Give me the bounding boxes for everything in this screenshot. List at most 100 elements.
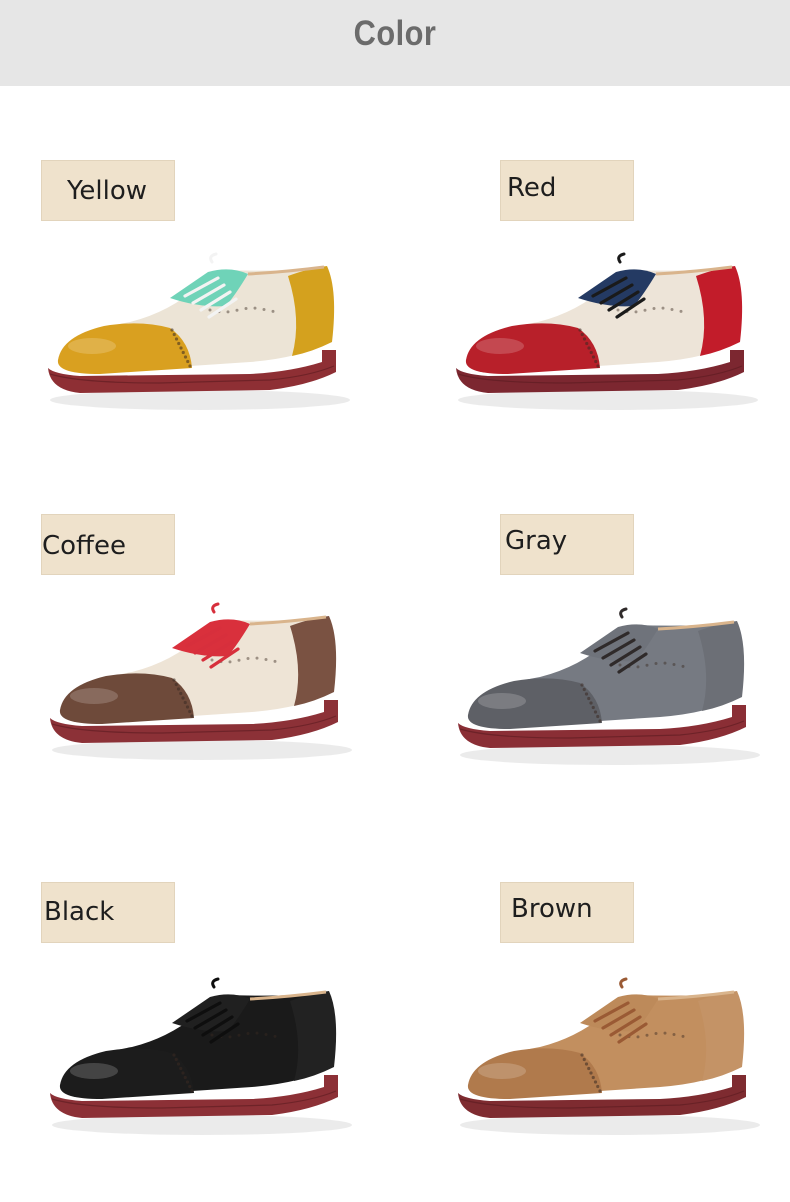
brogue-dot — [185, 1080, 190, 1084]
brogue-dot — [210, 1033, 214, 1037]
brogue-dot — [661, 306, 665, 310]
brogue-dot — [584, 692, 589, 696]
brogue-dot — [587, 696, 591, 701]
brogue-dot — [663, 1031, 667, 1035]
brogue-dot — [654, 661, 658, 665]
shoe-red — [456, 252, 758, 410]
brogue-dot — [634, 310, 638, 314]
brogue-dot — [172, 332, 176, 337]
brogue-dot — [589, 1071, 593, 1075]
brogue-dot — [591, 705, 595, 710]
brogue-dot — [643, 308, 647, 312]
toe-highlight — [478, 1063, 526, 1079]
brogue-dot — [580, 332, 584, 337]
brogue-dot — [598, 719, 602, 723]
brogue-dot — [228, 660, 232, 664]
brogue-dot — [235, 308, 239, 312]
brogue-dot — [179, 691, 183, 696]
brogue-dot — [681, 664, 685, 668]
brogue-dot — [237, 658, 241, 662]
shoe-shadow — [458, 390, 758, 410]
brogue-dot — [176, 687, 181, 691]
toe-highlight — [70, 1063, 118, 1079]
color-label-text: Red — [507, 173, 557, 203]
lace-loop — [617, 252, 626, 264]
brogue-dot — [183, 355, 188, 359]
brogue-dot — [226, 310, 230, 314]
shoe-shadow — [460, 745, 760, 765]
brogue-dot — [582, 337, 587, 341]
brogue-dot — [183, 1075, 187, 1080]
toe-highlight — [70, 688, 118, 704]
lace-loop — [619, 977, 628, 989]
shoe-brown — [458, 977, 760, 1135]
brogue-dot — [273, 1034, 277, 1038]
brogue-dot — [271, 309, 275, 313]
brogue-dot — [589, 701, 593, 705]
color-label-black: Black — [41, 882, 175, 943]
lace-loop — [619, 607, 628, 619]
brogue-dot — [645, 663, 649, 667]
brogue-dot — [591, 1075, 595, 1080]
brogue-dot — [179, 1066, 183, 1071]
brogue-dot — [591, 355, 596, 359]
brogue-dot — [616, 308, 620, 312]
brogue-dot — [262, 307, 266, 311]
brogue-dot — [186, 359, 190, 364]
brogue-dot — [598, 1089, 602, 1093]
brogue-dot — [188, 364, 192, 368]
brogue-dot — [587, 1066, 591, 1071]
color-label-brown: Brown — [500, 882, 634, 943]
brogue-dot — [253, 306, 257, 310]
brogue-dot — [672, 1032, 676, 1036]
brogue-dot — [587, 346, 591, 350]
brogue-dot — [255, 1031, 259, 1035]
brogue-dot — [183, 700, 187, 705]
color-label-gray: Gray — [500, 514, 634, 575]
brogue-dot — [654, 1031, 658, 1035]
brogue-dot — [582, 687, 586, 692]
brogue-dot — [670, 307, 674, 311]
brogue-dot — [585, 341, 589, 346]
shoe-gray — [458, 607, 760, 765]
brogue-dot — [596, 1084, 600, 1089]
color-label-text: Brown — [511, 894, 593, 924]
shoe-shadow — [52, 1115, 352, 1135]
brogue-dot — [172, 1053, 176, 1057]
brogue-dot — [264, 657, 268, 661]
brogue-dot — [681, 1034, 685, 1038]
shoe-shadow — [460, 1115, 760, 1135]
shoe-black — [50, 977, 352, 1135]
brogue-dot — [170, 328, 174, 332]
brogue-dot — [584, 1062, 589, 1066]
brogue-dot — [596, 364, 600, 368]
shoe-yellow — [48, 252, 350, 410]
brogue-dot — [190, 714, 194, 718]
brogue-dot — [593, 1080, 598, 1084]
brogue-dot — [645, 1033, 649, 1037]
brogue-dot — [582, 1057, 586, 1062]
color-label-text: Coffee — [42, 531, 126, 561]
brogue-dot — [176, 1062, 181, 1066]
lace-loop — [211, 977, 220, 989]
brogue-dot — [179, 346, 183, 350]
brogue-dot — [190, 1089, 194, 1093]
color-label-text: Black — [44, 897, 115, 927]
color-label-text: Gray — [505, 526, 568, 556]
brogue-dot — [237, 1033, 241, 1037]
brogue-dot — [264, 1032, 268, 1036]
toe-highlight — [476, 338, 524, 354]
brogue-dot — [636, 1035, 640, 1039]
brogue-dot — [181, 1071, 185, 1075]
brogue-dot — [210, 658, 214, 662]
lace-loop — [209, 252, 218, 264]
brogue-dot — [618, 1033, 622, 1037]
brogue-dot — [580, 1053, 584, 1057]
brogue-dot — [185, 705, 190, 709]
color-label-coffee: Coffee — [41, 514, 175, 575]
color-label-text: Yellow — [67, 176, 148, 206]
toe-highlight — [478, 693, 526, 709]
brogue-dot — [188, 709, 192, 714]
shoe-coffee — [50, 602, 352, 760]
brogue-dot — [181, 696, 185, 700]
